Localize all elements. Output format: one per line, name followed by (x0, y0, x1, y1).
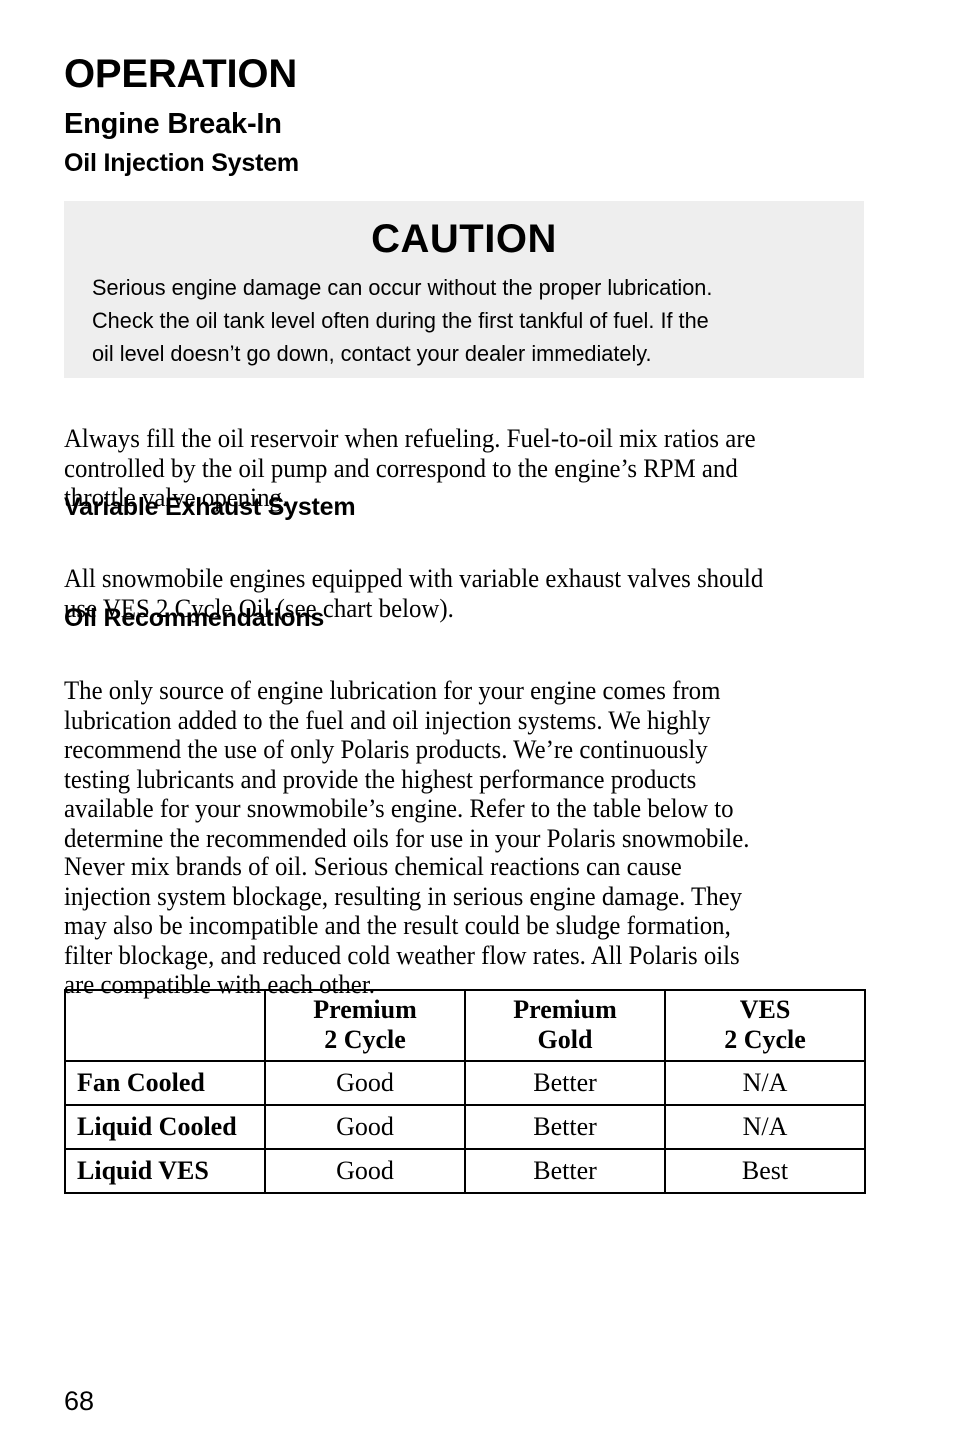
caution-title: CAUTION (371, 217, 557, 261)
table-row: Liquid Cooled Good Better N/A (64, 1104, 866, 1150)
section-heading-engine-break-in: Engine Break-In (64, 108, 282, 140)
caution-callout-box: CAUTION Serious engine damage can occur … (64, 201, 864, 378)
table-row: Liquid VES Good Better Best (64, 1148, 866, 1194)
paragraph-never-mix-brands: Never mix brands of oil. Serious chemica… (64, 852, 743, 999)
table-header-corner (64, 989, 266, 1062)
table-cell: Best (664, 1148, 866, 1194)
table-row-label-liquid-ves: Liquid VES (64, 1148, 266, 1194)
oil-recommendation-table: Premium 2 Cycle Premium Gold VES 2 Cycle… (64, 989, 866, 1194)
table-cell: Better (464, 1104, 666, 1150)
table-cell: N/A (664, 1104, 866, 1150)
table-header-premium-2-cycle: Premium 2 Cycle (264, 989, 466, 1062)
table-header-ves-2-cycle: VES 2 Cycle (664, 989, 866, 1062)
table-header-premium-gold: Premium Gold (464, 989, 666, 1062)
page-title: OPERATION (64, 52, 298, 96)
paragraph-oil-recommendations: The only source of engine lubrication fo… (64, 676, 750, 853)
table-cell: Good (264, 1060, 466, 1106)
table-row: Fan Cooled Good Better N/A (64, 1060, 866, 1106)
caution-body-text: Serious engine damage can occur without … (91, 275, 713, 366)
table-cell: Good (264, 1148, 466, 1194)
table-row-label-fan-cooled: Fan Cooled (64, 1060, 266, 1106)
table-cell: Good (264, 1104, 466, 1150)
heading-oil-recommendations: Oil Recommendations (64, 604, 325, 632)
table-cell: Better (464, 1148, 666, 1194)
table-header-row: Premium 2 Cycle Premium Gold VES 2 Cycle (64, 989, 866, 1062)
table-row-label-liquid-cooled: Liquid Cooled (64, 1104, 266, 1150)
table-cell: Better (464, 1060, 666, 1106)
page-number: 68 (64, 1386, 95, 1416)
table-cell: N/A (664, 1060, 866, 1106)
subsection-heading-oil-injection-system: Oil Injection System (64, 149, 299, 177)
manual-page: OPERATION Engine Break-In Oil Injection … (0, 0, 954, 1454)
heading-variable-exhaust-system: Variable Exhaust System (64, 493, 356, 521)
